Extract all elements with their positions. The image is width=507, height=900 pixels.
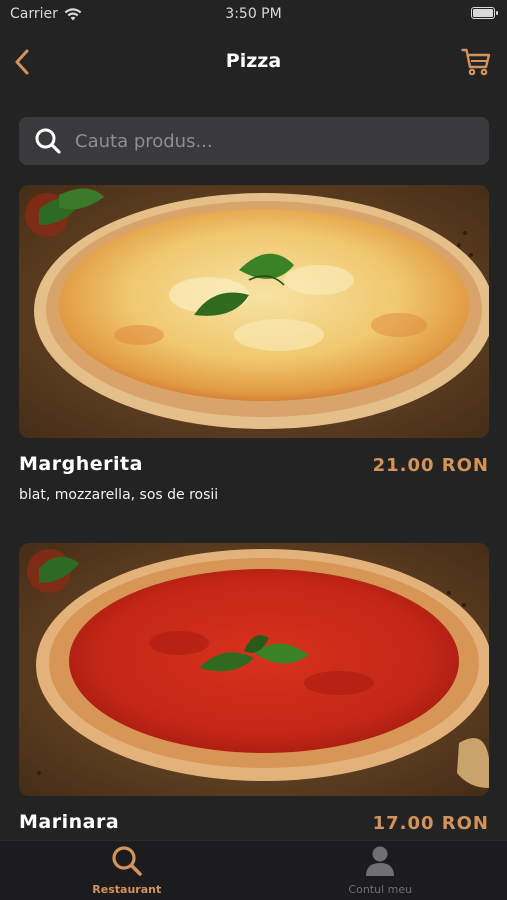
product-name: Margherita <box>19 453 143 475</box>
product-list[interactable]: Margherita 21.00 RON blat, mozzarella, s… <box>0 185 507 840</box>
product-price: 21.00 RON <box>372 455 489 476</box>
header: Pizza <box>0 38 507 86</box>
product-card-margherita[interactable]: Margherita 21.00 RON blat, mozzarella, s… <box>19 185 489 503</box>
product-description: blat, mozzarella, sos de rosii <box>19 487 219 503</box>
cart-button[interactable] <box>459 46 493 78</box>
page-title: Pizza <box>225 50 282 72</box>
cart-icon <box>461 48 491 76</box>
tab-bar: Restaurant Contul meu <box>0 840 507 900</box>
search-icon <box>33 126 63 156</box>
status-bar: Carrier 3:50 PM <box>0 0 507 30</box>
tab-label: Restaurant <box>92 883 162 896</box>
product-name: Marinara <box>19 811 120 833</box>
product-price: 17.00 RON <box>372 813 489 834</box>
search-input[interactable] <box>63 117 489 165</box>
search-icon <box>111 845 143 877</box>
battery-icon <box>471 7 498 19</box>
product-card-marinara[interactable]: Marinara 17.00 RON <box>19 543 489 834</box>
tab-restaurant[interactable]: Restaurant <box>0 841 254 900</box>
product-image-margherita <box>19 185 489 438</box>
user-icon <box>364 845 396 877</box>
status-time: 3:50 PM <box>225 6 282 22</box>
tab-account[interactable]: Contul meu <box>254 841 507 900</box>
search-bar <box>19 117 489 165</box>
product-image-marinara <box>19 543 489 796</box>
tab-label: Contul meu <box>348 883 413 896</box>
